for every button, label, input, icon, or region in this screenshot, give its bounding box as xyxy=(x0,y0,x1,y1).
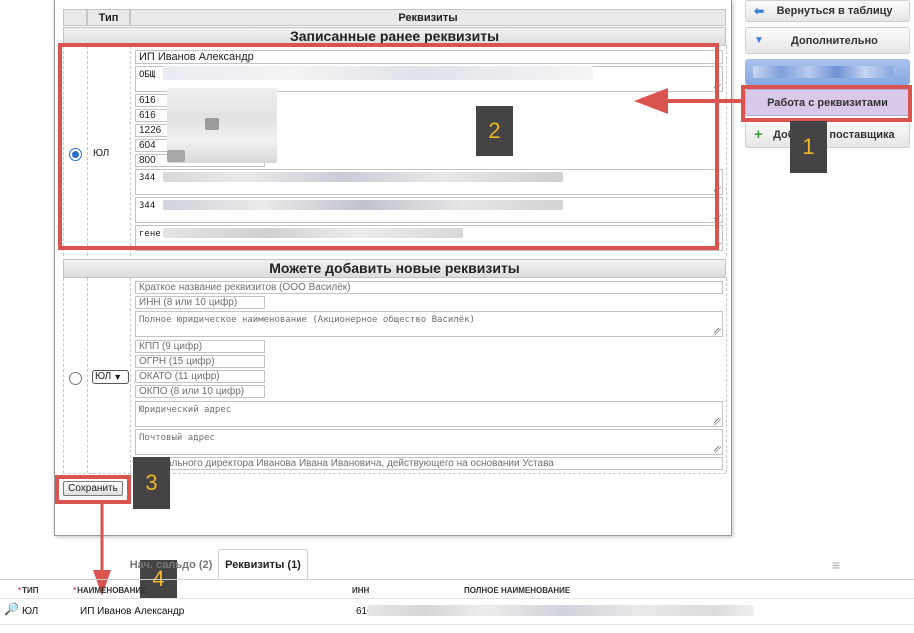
privacy-blur xyxy=(368,605,754,616)
column-header-name[interactable]: *НАИМЕНОВАНИЕ xyxy=(73,586,146,595)
step-tag-3: 3 xyxy=(133,457,170,509)
column-header-inn[interactable]: ИНН xyxy=(352,586,369,595)
magnifier-icon[interactable]: 🔎 xyxy=(4,602,19,616)
column-header-full-name[interactable]: ПОЛНОЕ НАИМЕНОВАНИЕ xyxy=(464,586,570,595)
row-type: ЮЛ xyxy=(22,606,39,617)
annotation-arrows xyxy=(93,88,742,596)
row-divider xyxy=(0,624,914,625)
grid-divider xyxy=(0,598,914,599)
row-name: ИП Иванов Александр xyxy=(80,606,185,617)
column-type-label: ТИП xyxy=(22,586,39,595)
menu-icon[interactable]: ≡ xyxy=(832,557,840,573)
table-row[interactable]: 🔎 ЮЛ ИП Иванов Александр 616 xyxy=(0,600,914,624)
column-name-label: НАИМЕНОВАНИЕ xyxy=(77,586,147,595)
tab-opening-balance[interactable]: Нач. сальдо (2) xyxy=(126,550,216,580)
tab-requisites[interactable]: Реквизиты (1) xyxy=(218,549,308,580)
step-tag-1: 1 xyxy=(790,121,827,173)
column-header-type[interactable]: *ТИП xyxy=(18,586,39,595)
tabs-divider xyxy=(0,579,914,580)
step-tag-2: 2 xyxy=(476,106,513,156)
arrow-head-left xyxy=(634,88,668,114)
